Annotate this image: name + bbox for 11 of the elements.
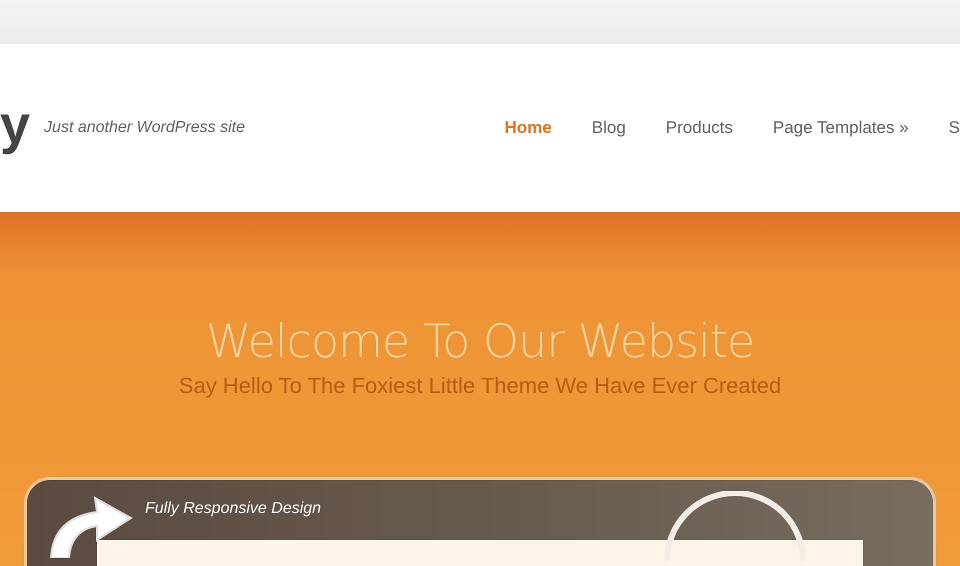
nav-link[interactable]: Blog	[592, 118, 626, 138]
circle-outline-icon	[663, 490, 807, 561]
site-logo[interactable]: y	[0, 98, 30, 152]
nav-link[interactable]: Page Templates »	[772, 118, 909, 138]
nav-link[interactable]: Products	[666, 118, 733, 138]
nav-link[interactable]: S	[948, 118, 960, 138]
device-caption: Fully Responsive Design	[145, 500, 322, 518]
hero-title: Welcome To Our Website	[206, 316, 754, 367]
site-tagline: Just another WordPress site	[44, 119, 246, 137]
nav-link[interactable]: Home	[504, 118, 552, 138]
hero-subtitle: Say Hello To The Foxiest Little Theme We Have Ever Created	[178, 372, 782, 399]
